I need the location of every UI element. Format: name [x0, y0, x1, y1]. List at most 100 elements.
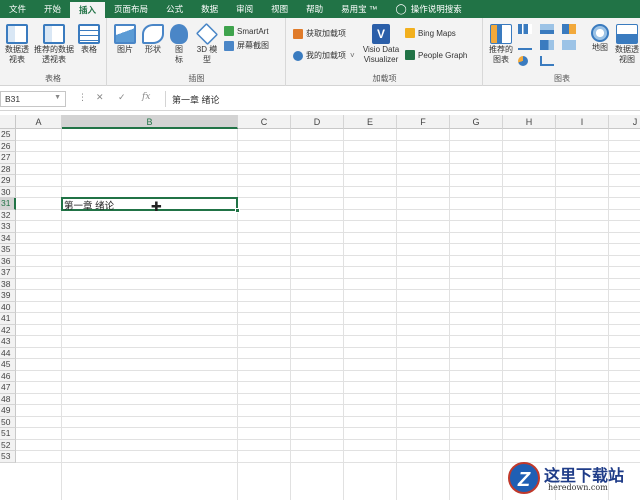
row-header-51[interactable]: 51 [0, 428, 16, 440]
hierarchy-chart-icon[interactable] [562, 24, 576, 34]
fill-handle[interactable] [235, 207, 240, 213]
row-header-32[interactable]: 32 [0, 209, 16, 221]
row-header-30[interactable]: 30 [0, 186, 16, 198]
row-header-27[interactable]: 27 [0, 152, 16, 164]
row-header-41[interactable]: 41 [0, 313, 16, 325]
row-header-29[interactable]: 29 [0, 175, 16, 187]
row-header-42[interactable]: 42 [0, 324, 16, 336]
tab-page-layout[interactable]: 页面布局 [105, 0, 157, 18]
combo-chart-icon[interactable] [562, 40, 576, 50]
column-header-g[interactable]: G [450, 115, 503, 129]
screenshot-button[interactable]: 屏幕截图 [224, 40, 269, 51]
column-header-d[interactable]: D [291, 115, 344, 129]
people-graph-button[interactable]: People Graph [405, 50, 467, 60]
row-header-37[interactable]: 37 [0, 267, 16, 279]
row-header-35[interactable]: 35 [0, 244, 16, 256]
grid-hline [16, 289, 640, 290]
statistic-chart-icon[interactable] [540, 40, 554, 50]
formula-input[interactable]: 第一章 绪论 [165, 91, 640, 107]
cell-b31[interactable]: 第一章 绪论 [64, 198, 114, 212]
row-header-48[interactable]: 48 [0, 393, 16, 405]
row-header-36[interactable]: 36 [0, 255, 16, 267]
scatter-chart-icon[interactable] [540, 56, 554, 66]
row-header-45[interactable]: 45 [0, 359, 16, 371]
bing-maps-button[interactable]: Bing Maps [405, 28, 456, 38]
column-header-a[interactable]: A [16, 115, 62, 129]
more-options-icon: ⋮ [78, 92, 87, 102]
column-chart-icon[interactable] [518, 24, 532, 34]
row-header-34[interactable]: 34 [0, 232, 16, 244]
pivot-chart-label: 数据透视图 [615, 45, 639, 64]
spreadsheet-grid[interactable]: ABCDEFGHIJ 25 26 27 28 29 30 31 32 33 34 35 36 37 38 3… [0, 115, 640, 500]
bing-maps-label: Bing Maps [418, 28, 456, 38]
tab-view[interactable]: 视图 [262, 0, 297, 18]
grid-hline [16, 231, 640, 233]
tab-insert[interactable]: 插入 [70, 2, 106, 18]
row-header-44[interactable]: 44 [0, 347, 16, 359]
row-header-52[interactable]: 52 [0, 439, 16, 451]
grid-hline [16, 266, 640, 267]
visio-visualizer-label: Visio Data Visualizer [362, 45, 400, 64]
insert-function-icon[interactable]: fx [142, 92, 150, 102]
pivot-table-button[interactable]: 数据透视表 [2, 24, 32, 65]
tab-yiyongbao[interactable]: 易用宝 ™ [332, 0, 386, 18]
table-label: 表格 [81, 45, 97, 54]
tab-help[interactable]: 帮助 [297, 0, 332, 18]
globe-icon [591, 24, 609, 42]
cancel-icon[interactable]: ✕ [96, 92, 104, 103]
group-tables-label: 表格 [45, 74, 61, 83]
enter-icon[interactable]: ✓ [118, 92, 126, 103]
row-header-33[interactable]: 33 [0, 221, 16, 233]
row-header-40[interactable]: 40 [0, 301, 16, 313]
row-header-53[interactable]: 53 [0, 451, 16, 463]
icons-button[interactable]: 图标 [168, 24, 190, 65]
row-header-26[interactable]: 26 [0, 140, 16, 152]
pie-chart-icon[interactable] [518, 56, 528, 66]
get-addins-button[interactable]: 获取加载项 [293, 28, 346, 39]
visio-visualizer-button[interactable]: V Visio Data Visualizer [359, 24, 403, 65]
shapes-button[interactable]: 形状 [140, 24, 166, 55]
row-header-25[interactable]: 25 [0, 129, 16, 141]
recommended-charts-button[interactable]: 推荐的图表 [486, 24, 516, 65]
row-header-49[interactable]: 49 [0, 405, 16, 417]
group-charts-label: 图表 [554, 74, 570, 83]
row-header-39[interactable]: 39 [0, 290, 16, 302]
row-header-47[interactable]: 47 [0, 382, 16, 394]
pictures-button[interactable]: 图片 [112, 24, 138, 55]
column-header-j[interactable]: J [609, 115, 640, 129]
smartart-button[interactable]: SmartArt [224, 26, 269, 36]
row-header-31[interactable]: 31 [0, 198, 16, 210]
grid-hline [16, 404, 640, 405]
column-header-i[interactable]: I [556, 115, 609, 129]
3d-models-button[interactable]: 3D 模型 [192, 22, 222, 65]
maps-button[interactable]: 地图 [588, 24, 612, 53]
row-header-38[interactable]: 38 [0, 278, 16, 290]
tab-review[interactable]: 审阅 [227, 0, 262, 18]
column-header-e[interactable]: E [344, 115, 397, 129]
select-all-corner[interactable] [0, 115, 16, 129]
column-header-b[interactable]: B [62, 115, 238, 129]
table-button[interactable]: 表格 [76, 24, 102, 55]
column-header-c[interactable]: C [238, 115, 291, 129]
line-chart-icon[interactable] [518, 40, 532, 50]
name-box-value: B31 [5, 94, 21, 104]
row-header-28[interactable]: 28 [0, 163, 16, 175]
row-header-43[interactable]: 43 [0, 336, 16, 348]
row-header-46[interactable]: 46 [0, 370, 16, 382]
tab-data[interactable]: 数据 [192, 0, 227, 18]
grid-hline [16, 438, 640, 440]
column-header-h[interactable]: H [503, 115, 556, 129]
recommended-pivot-button[interactable]: 推荐的数据透视表 [34, 24, 74, 65]
row-header-50[interactable]: 50 [0, 416, 16, 428]
tab-formulas[interactable]: 公式 [157, 0, 192, 18]
pivot-chart-button[interactable]: 数据透视图 [612, 24, 640, 65]
tell-me-search[interactable]: ◯ 操作说明搜索 [387, 0, 471, 18]
my-addins-button[interactable]: 我的加载项 ˅ [293, 50, 355, 61]
tab-file[interactable]: 文件 [0, 0, 35, 18]
tab-home[interactable]: 开始 [35, 0, 70, 18]
name-box[interactable]: B31 ▼ [0, 91, 66, 107]
pivot-table-icon [6, 24, 28, 44]
shapes-icon [142, 24, 164, 44]
bar-chart-icon[interactable] [540, 24, 554, 34]
column-header-f[interactable]: F [397, 115, 450, 129]
